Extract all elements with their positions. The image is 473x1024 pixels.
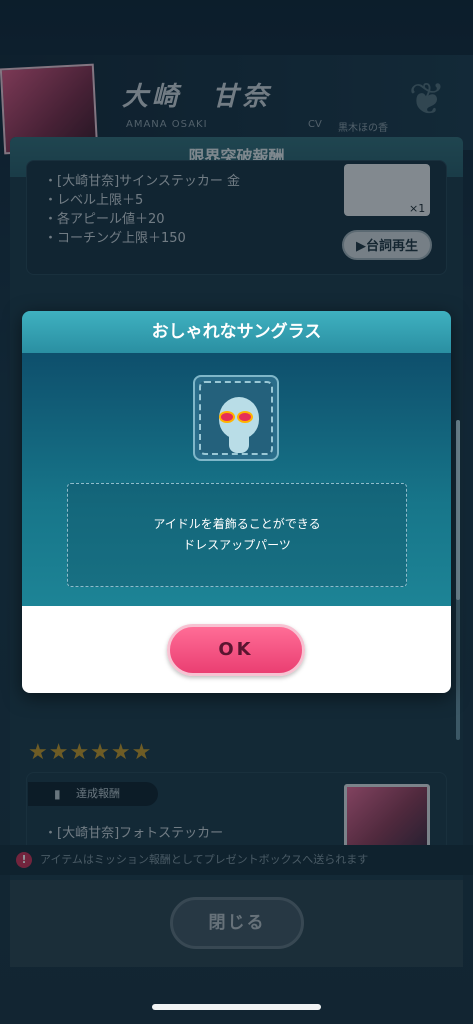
item-detail-modal: おしゃれなサングラス アイドルを着飾ることができる ドレスアップパーツ OK <box>22 311 451 693</box>
home-indicator[interactable] <box>152 1004 321 1010</box>
item-description: アイドルを着飾ることができる ドレスアップパーツ <box>67 483 407 587</box>
sunglasses-icon <box>219 411 235 423</box>
item-thumbnail <box>193 375 279 461</box>
modal-title: おしゃれなサングラス <box>22 311 451 353</box>
ok-button[interactable]: OK <box>167 624 305 676</box>
description-line: ドレスアップパーツ <box>183 538 291 552</box>
screen: 大崎 甘奈 AMANA OSAKI CV 黒木ほの香 ❦ 限界突破報酬 ・[大崎… <box>0 0 473 1024</box>
item-thumbnail-inner <box>199 381 273 455</box>
description-line: アイドルを着飾ることができる <box>153 517 321 531</box>
mannequin-neck-icon <box>229 435 249 453</box>
sunglasses-lens-icon <box>237 411 253 423</box>
scrollbar-thumb[interactable] <box>456 420 460 600</box>
